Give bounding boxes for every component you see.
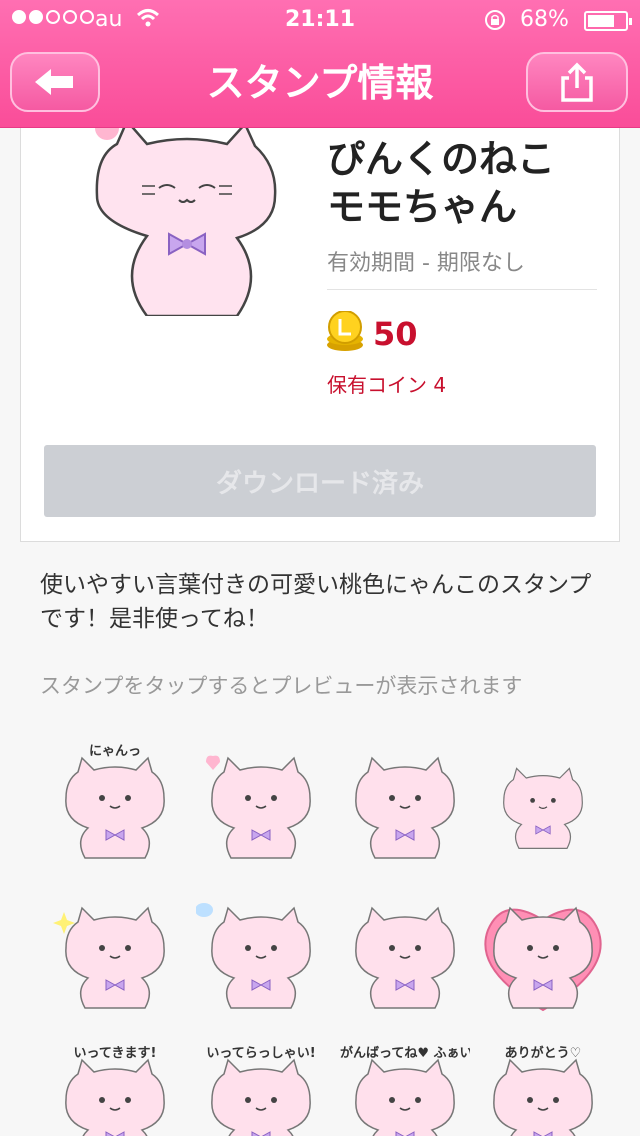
battery-icon [584, 11, 632, 31]
status-bar: au 21:11 68% [0, 0, 640, 40]
sticker-thumbnail[interactable] [50, 890, 180, 1020]
sticker-thumbnail[interactable]: いってきます! [50, 1042, 180, 1136]
share-icon [561, 62, 593, 102]
sticker-caption: がんばってね♥ ふぁいと [340, 1046, 470, 1061]
preview-hint: スタンプをタップするとプレビューが表示されます [40, 674, 523, 698]
download-button[interactable]: ダウンロード済み [44, 445, 596, 517]
share-button[interactable] [526, 52, 628, 112]
sticker-thumbnail[interactable] [196, 740, 326, 870]
battery-percentage: 68% [520, 7, 569, 32]
sticker-title: ぴんくのねこ モモちゃん [327, 135, 617, 231]
owned-coins: 保有コイン 4 [327, 373, 447, 397]
rotation-lock-icon [485, 10, 505, 30]
sticker-thumbnail[interactable] [340, 740, 470, 870]
sticker-thumbnail[interactable]: にゃんっ [50, 740, 180, 870]
sticker-thumbnail[interactable] [195, 890, 326, 1020]
price: 50 [373, 315, 418, 353]
sticker-thumbnail[interactable]: がんばってね♥ ふぁいと [340, 1042, 470, 1136]
sticker-thumbnail[interactable] [478, 890, 608, 1020]
sticker-info-card: ぴんくのねこ モモちゃん 有効期間 - 期限なし 50 保有コイン 4 ダウンロ… [20, 100, 620, 542]
sticker-description: 使いやすい言葉付きの可愛い桃色にゃんこのスタンプです！是非使ってね！ [40, 572, 592, 632]
validity-period: 有効期間 - 期限なし [327, 251, 525, 276]
sticker-thumbnail[interactable] [478, 740, 608, 870]
divider [327, 289, 597, 290]
sticker-thumbnail[interactable] [340, 890, 470, 1020]
coin-icon [327, 311, 363, 351]
sticker-caption: いってきます! [73, 1046, 157, 1061]
sticker-caption: ありがとう♡ [504, 1046, 582, 1061]
sticker-caption: にゃんっ [88, 744, 141, 759]
header: au 21:11 68% スタンプ情報 [0, 0, 640, 128]
sticker-title-line2: モモちゃん [327, 185, 518, 229]
sticker-caption: いってらっしゃい! [206, 1046, 316, 1061]
main-sticker-image [95, 116, 277, 316]
sticker-thumbnail[interactable]: ありがとう♡ [478, 1042, 608, 1136]
sticker-thumbnail[interactable]: いってらっしゃい! [196, 1042, 326, 1136]
sticker-title-line1: ぴんくのねこ [327, 137, 556, 181]
